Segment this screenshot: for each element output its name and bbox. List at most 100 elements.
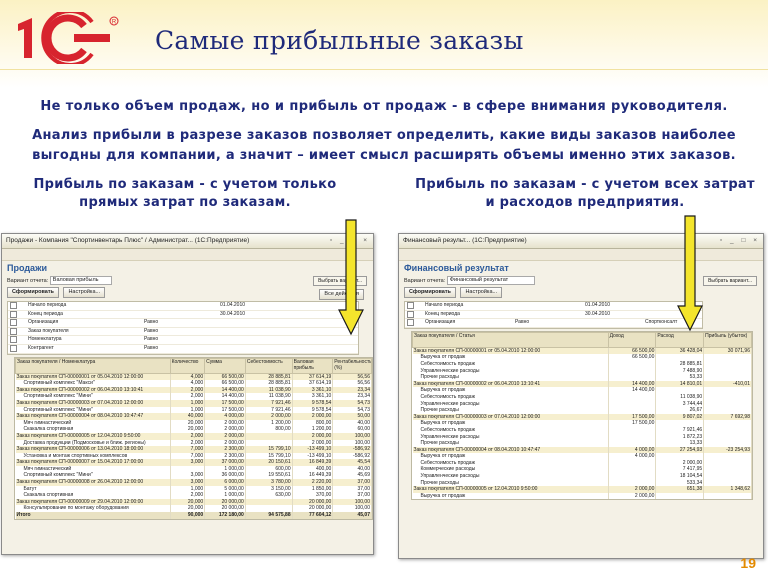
- order-group-row[interactable]: Заказ покупателя СП-00000003 от 07.04.20…: [412, 413, 752, 421]
- order-group-row[interactable]: Заказ покупателя СП-00000002 от 06.04.20…: [412, 380, 752, 388]
- column-header[interactable]: Доход: [607, 331, 657, 348]
- table-row[interactable]: Мяч гимнастический 20,000 2 000,00 1 200,00…: [15, 419, 372, 427]
- order-group-row[interactable]: Заказ покупателя СП-00000006 от 13.04.20…: [15, 446, 372, 453]
- table-row[interactable]: Консультирование по монтажу оборудования…: [15, 505, 372, 513]
- table-row[interactable]: Скакалка спортивная 2,000 1 000,00 630,00 37…: [15, 492, 372, 499]
- param-row[interactable]: Конец периода 30.04.2010: [405, 310, 702, 320]
- column-header[interactable]: Заказ покупателя / Статья: [412, 331, 609, 348]
- cell-value: [703, 367, 752, 375]
- window-titlebar[interactable]: Продажи - Компания "Спортинвентарь Плюс"…: [2, 234, 373, 249]
- table-row[interactable]: Управленческие расходы 3 744,44: [412, 400, 752, 408]
- sales-report-table-area[interactable]: Заказ покупателя / Номенклатура Количеств…: [14, 356, 373, 520]
- param-row[interactable]: Начало периода 01.04.2010: [405, 302, 702, 311]
- settings-button[interactable]: Настройка...: [63, 287, 106, 299]
- order-group-row[interactable]: Заказ покупателя СП-00000002 от 06.04.20…: [15, 386, 372, 394]
- column-header[interactable]: Заказ покупателя / Номенклатура: [15, 357, 171, 374]
- table-row[interactable]: Управленческие расходы 1 872,23: [412, 433, 752, 441]
- table-row[interactable]: Выручка от продаж 14 400,00: [412, 387, 752, 394]
- column-header[interactable]: Себестоимость: [244, 357, 293, 374]
- column-header[interactable]: Количество: [169, 357, 206, 374]
- table-row[interactable]: Мяч гимнастический 1 000,00 600,00 400,00 40…: [15, 465, 372, 473]
- order-group-row[interactable]: Заказ покупателя СП-00000008 от 26.04.20…: [15, 479, 372, 486]
- cell-value: 1,000: [170, 485, 206, 493]
- table-row[interactable]: Себестоимость продаж 28 885,81: [412, 360, 752, 368]
- table-row[interactable]: Спортивный комплекс "Мини" 1,000 17 500,00…: [15, 406, 372, 414]
- param-row[interactable]: Конец периода 30.04.2010: [8, 310, 358, 320]
- variant-field[interactable]: Валовая прибыль: [49, 276, 112, 286]
- table-row[interactable]: Прочие расходы 13,33: [412, 440, 752, 447]
- table-row[interactable]: Установка и монтаж спортивных комплексов…: [15, 452, 372, 460]
- report-command-bar: Сформировать Настройка...: [399, 287, 763, 300]
- order-group-row[interactable]: Заказ покупателя СП-00000004 от 08.04.20…: [412, 446, 752, 454]
- param-row[interactable]: Номенклатура Равно: [8, 336, 358, 345]
- order-group-row[interactable]: Заказ покупателя СП-00000005 от 12.04.20…: [15, 432, 372, 440]
- param-checkbox[interactable]: [10, 344, 17, 352]
- table-row[interactable]: Спортивный комплекс "Макси" 4,000 66 500,0…: [15, 380, 372, 387]
- table-row[interactable]: Прочие расходы 53,33: [412, 374, 752, 381]
- table-row[interactable]: Прочие расходы 533,34: [412, 479, 752, 487]
- table-row[interactable]: Прочие расходы 26,67: [412, 407, 752, 414]
- column-header[interactable]: Рентабельность (%): [332, 357, 372, 374]
- order-group-row[interactable]: Заказ покупателя СП-00000001 от 05.04.20…: [412, 347, 752, 355]
- row-label: Управленческие расходы: [412, 473, 609, 480]
- param-checkbox[interactable]: [10, 310, 17, 318]
- column-header[interactable]: Прибыль (убыток): [703, 331, 752, 348]
- table-row[interactable]: Скакалка спортивная 20,000 2 000,00 800,00 1…: [15, 426, 372, 433]
- table-row[interactable]: Управленческие расходы 7 488,90: [412, 367, 752, 375]
- table-row[interactable]: Выручка от продаж 4 000,00: [412, 453, 752, 460]
- table-row[interactable]: Спортивный комплекс "Мини" 2,000 14 400,00…: [15, 393, 372, 400]
- select-variant-button[interactable]: Выбрать вариант...: [703, 276, 757, 286]
- financial-result-window[interactable]: Финансовый результ... (1С:Предприятие) ▫…: [398, 233, 764, 559]
- generate-button[interactable]: Сформировать: [7, 287, 59, 299]
- window-titlebar[interactable]: Финансовый результ... (1С:Предприятие) ▫…: [399, 234, 763, 249]
- cell-value: 2 000,00: [608, 486, 657, 493]
- table-row[interactable]: Батут 1,000 5 000,00 3 150,00 1 850,00 37,00: [15, 485, 372, 493]
- window-toolbar[interactable]: [2, 249, 373, 261]
- total-row[interactable]: Итого 90,000 172 180,00 94 575,88 77 604,12 4…: [15, 512, 372, 519]
- order-group-row[interactable]: Заказ покупателя СП-00000005 от 12.04.20…: [412, 486, 752, 493]
- param-checkbox[interactable]: [10, 327, 17, 335]
- table-row[interactable]: Выручка от продаж 66 500,00: [412, 354, 752, 361]
- param-row[interactable]: Заказ покупателя Равно: [8, 327, 358, 337]
- order-group-row[interactable]: Заказ покупателя СП-00000001 от 05.04.20…: [15, 373, 372, 381]
- window-toolbar[interactable]: [399, 249, 763, 261]
- table-row[interactable]: Себестоимость продаж 7 921,46: [412, 426, 752, 434]
- param-checkbox[interactable]: [407, 319, 414, 327]
- table-row[interactable]: Коммерческие расходы 7 417,95: [412, 466, 752, 474]
- order-group-row[interactable]: Заказ покупателя СП-00000009 от 29.04.20…: [15, 498, 372, 506]
- order-group-row[interactable]: Заказ покупателя СП-00000007 от 15.04.20…: [15, 459, 372, 466]
- param-row[interactable]: Начало периода 01.04.2010: [8, 302, 358, 311]
- cell-value: 56,56: [332, 373, 372, 381]
- table-row[interactable]: Выручка от продаж 2 000,00: [412, 492, 752, 500]
- param-row[interactable]: Организация Равно: [8, 319, 358, 328]
- param-row[interactable]: Организация Равно Спортконсалт: [405, 319, 702, 328]
- column-header[interactable]: Сумма: [204, 357, 246, 374]
- param-checkbox[interactable]: [407, 310, 414, 318]
- cell-value: 5 000,00: [204, 485, 246, 493]
- cell-value: 36 428,04: [655, 347, 705, 355]
- order-group-row[interactable]: Заказ покупателя СП-00000003 от 07.04.20…: [15, 399, 372, 407]
- order-group-row[interactable]: Заказ покупателя СП-00000004 от 08.04.20…: [15, 413, 372, 420]
- column-header[interactable]: Расход: [655, 331, 705, 348]
- cell-value: 13,33: [655, 440, 705, 447]
- table-row[interactable]: Управленческие расходы 18 104,54: [412, 473, 752, 480]
- param-row[interactable]: Контрагент Равно: [8, 344, 358, 354]
- param-checkbox[interactable]: [407, 302, 414, 309]
- param-checkbox[interactable]: [10, 319, 17, 327]
- financial-report-table-area[interactable]: Заказ покупателя / Статья Доход Расход Приб…: [411, 330, 753, 501]
- row-label: Заказ покупателя СП-00000002 от 06.04.20…: [15, 386, 171, 394]
- table-row[interactable]: Спортивный комплекс "Мини" 3,000 36 000,00…: [15, 472, 372, 480]
- cell-value: 53,33: [655, 374, 705, 381]
- param-checkbox[interactable]: [10, 302, 17, 309]
- window-controls[interactable]: ▫ _ □ ×: [720, 234, 760, 248]
- settings-button[interactable]: Настройка...: [460, 287, 503, 299]
- variant-field[interactable]: Финансовый результат: [446, 276, 535, 286]
- generate-button[interactable]: Сформировать: [404, 287, 456, 299]
- table-row[interactable]: Себестоимость продаж 2 000,00: [412, 459, 752, 467]
- sales-report-window[interactable]: Продажи - Компания "Спортинвентарь Плюс"…: [1, 233, 374, 555]
- column-header[interactable]: Валовая прибыль: [291, 357, 334, 374]
- table-row[interactable]: Себестоимость продаж 11 038,90: [412, 393, 752, 401]
- table-row[interactable]: Выручка от продаж 17 500,00: [412, 420, 752, 427]
- param-checkbox[interactable]: [10, 336, 17, 344]
- table-row[interactable]: Доставка продукции (Подмосковье и ближ. …: [15, 439, 372, 447]
